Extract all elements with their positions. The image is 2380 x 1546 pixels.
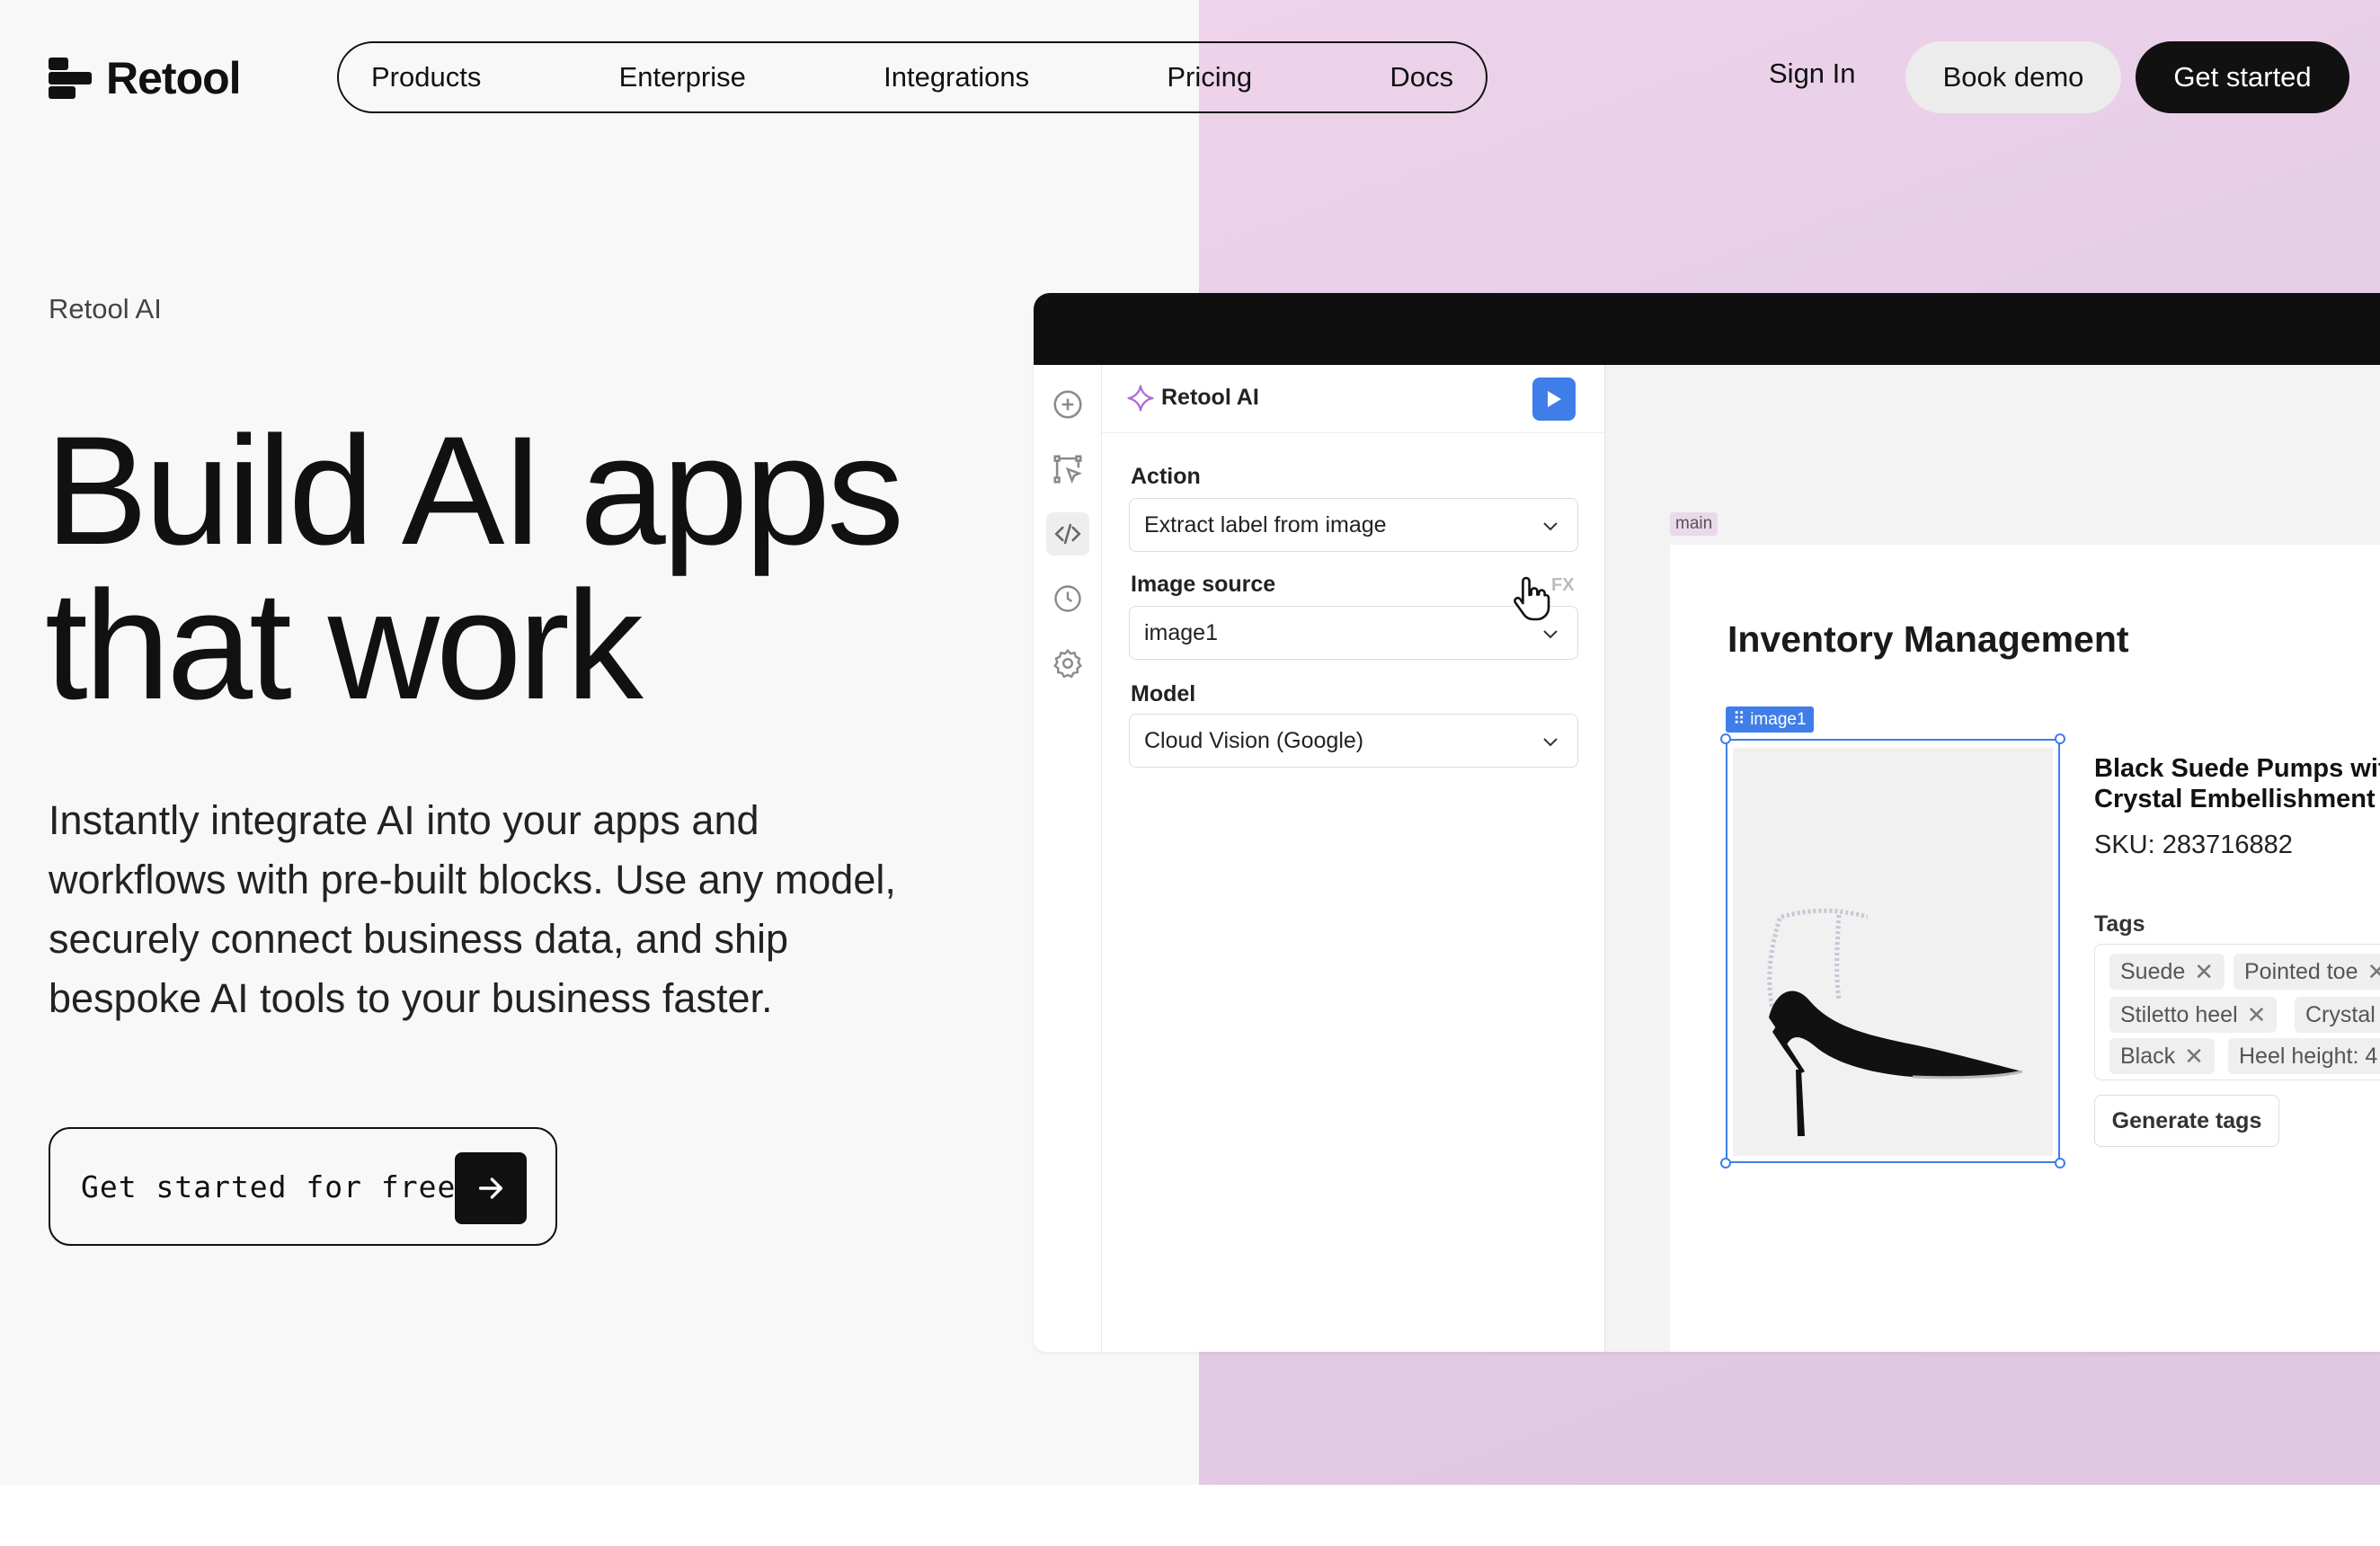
chevron-down-icon — [1540, 515, 1561, 543]
settings-icon[interactable] — [1050, 645, 1086, 681]
model-label: Model — [1131, 681, 1196, 706]
hero-title-line-2: that work — [45, 559, 644, 732]
generate-tags-button[interactable]: Generate tags — [2094, 1095, 2279, 1147]
retool-logo[interactable]: Retool — [49, 52, 242, 104]
tags-input[interactable]: Suede ✕ Pointed toe ✕ Stiletto heel ✕ Cryst… — [2094, 944, 2380, 1080]
chevron-down-icon — [1540, 731, 1561, 759]
sign-in-link[interactable]: Sign In — [1769, 58, 1856, 90]
image-source-label: Image source — [1131, 572, 1276, 597]
tag-chip[interactable]: Heel height: 4 — [2228, 1038, 2380, 1074]
image-component-tag: ⠿ image1 — [1726, 706, 1814, 733]
app-preview-card: Inventory Management ⠿ image1 Black Sued… — [1670, 545, 2380, 1352]
panel-header: Retool AI — [1102, 365, 1604, 433]
model-select-value: Cloud Vision (Google) — [1144, 727, 1364, 753]
app-title: Inventory Management — [1727, 618, 2129, 660]
close-icon: ✕ — [2184, 1042, 2204, 1070]
close-icon: ✕ — [2367, 957, 2380, 985]
resize-handle-tl[interactable] — [1720, 733, 1731, 744]
panel-title: Retool AI — [1161, 385, 1259, 410]
nav-products[interactable]: Products — [371, 61, 481, 93]
image-component[interactable] — [1720, 733, 2065, 1168]
main-nav: Products Enterprise Integrations Pricing… — [337, 41, 1488, 113]
play-icon — [1548, 391, 1561, 407]
sparkle-icon — [1125, 383, 1156, 413]
run-button[interactable] — [1532, 378, 1576, 421]
image-source-value: image1 — [1144, 619, 1218, 645]
main-container-tag: main — [1670, 512, 1718, 536]
resize-handle-bl[interactable] — [1720, 1158, 1731, 1168]
get-started-free-button[interactable]: Get started for free — [49, 1127, 557, 1246]
selection-icon[interactable] — [1050, 451, 1086, 487]
tag-chip[interactable]: Pointed toe ✕ — [2233, 954, 2380, 990]
hero-title-line-1: Build AI apps — [45, 404, 904, 577]
product-image — [1733, 748, 2053, 1156]
close-icon: ✕ — [2246, 1000, 2267, 1028]
nav-enterprise[interactable]: Enterprise — [619, 61, 746, 93]
logo-wordmark: Retool — [106, 53, 242, 103]
resize-handle-tr[interactable] — [2055, 733, 2065, 744]
plus-circle-icon[interactable] — [1050, 386, 1086, 422]
tag-chip[interactable]: Stiletto heel ✕ — [2109, 997, 2278, 1033]
editor-side-rail — [1034, 365, 1102, 1352]
hand-pointer-cursor-icon — [1510, 573, 1557, 628]
hero-subtitle: Instantly integrate AI into your apps an… — [49, 797, 896, 1021]
action-select[interactable]: Extract label from image — [1129, 498, 1578, 552]
arrow-right-icon — [455, 1152, 527, 1224]
action-select-value: Extract label from image — [1144, 511, 1387, 538]
nav-pricing[interactable]: Pricing — [1167, 61, 1252, 93]
retool-logo-icon — [49, 58, 92, 99]
hero-title: Build AI apps that work — [45, 413, 1034, 723]
product-name: Black Suede Pumps with Crystal Embellish… — [2094, 754, 2380, 813]
nav-docs[interactable]: Docs — [1390, 61, 1453, 93]
nav-integrations[interactable]: Integrations — [884, 61, 1029, 93]
window-title-bar — [1034, 293, 2380, 365]
action-label: Action — [1131, 464, 1201, 489]
high-heel-shoe-icon — [1767, 908, 2023, 1136]
retool-ai-config-panel: Retool AI Action Extract label from imag… — [1102, 365, 1605, 1352]
bottom-strip — [0, 1485, 2380, 1546]
tag-chip[interactable]: Black ✕ — [2109, 1038, 2215, 1074]
tags-label: Tags — [2094, 911, 2145, 937]
tag-chip[interactable]: Suede ✕ — [2109, 954, 2225, 990]
hero-eyebrow: Retool AI — [49, 293, 162, 324]
product-sku: SKU: 283716882 — [2094, 831, 2293, 859]
close-icon: ✕ — [2194, 957, 2215, 985]
resize-handle-br[interactable] — [2055, 1158, 2065, 1168]
model-select[interactable]: Cloud Vision (Google) — [1129, 714, 1578, 768]
book-demo-button[interactable]: Book demo — [1905, 41, 2121, 113]
app-editor-window: Retool AI Action Extract label from imag… — [1034, 293, 2380, 1352]
code-icon[interactable] — [1046, 512, 1089, 555]
history-icon[interactable] — [1050, 581, 1086, 617]
get-started-button[interactable]: Get started — [2136, 41, 2349, 113]
cta-label: Get started for free — [81, 1168, 457, 1204]
tag-chip[interactable]: Crystal✕ — [2295, 997, 2380, 1033]
